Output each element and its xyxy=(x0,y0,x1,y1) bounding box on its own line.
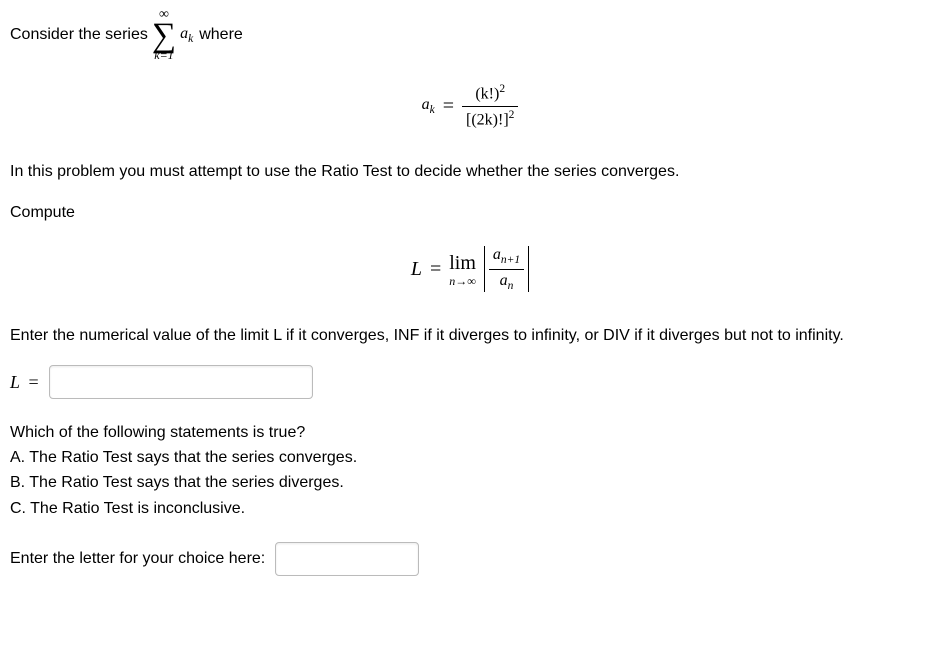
mc-question: Which of the following statements is tru… xyxy=(10,421,930,444)
L-input[interactable] xyxy=(49,365,313,399)
ratio-test-instruction: In this problem you must attempt to use … xyxy=(10,160,930,183)
ratio-denominator: an xyxy=(496,272,518,293)
mc-option-a: A. The Ratio Test says that the series c… xyxy=(10,446,930,469)
choice-input-row: Enter the letter for your choice here: xyxy=(10,542,930,576)
intro-line: Consider the series ∞ ∑ k=1 ak where xyxy=(10,8,930,61)
sigma-lower: k=1 xyxy=(154,49,173,61)
L-label: L = xyxy=(10,369,39,395)
formula-ak: ak = (k!)2 [(2k)!]2 xyxy=(10,83,930,129)
ak-fraction: (k!)2 [(2k)!]2 xyxy=(462,83,518,129)
multiple-choice-block: Which of the following statements is tru… xyxy=(10,421,930,520)
limit-operator: lim n→∞ xyxy=(449,253,476,287)
intro-text-1: Consider the series xyxy=(10,23,148,46)
choice-prompt: Enter the letter for your choice here: xyxy=(10,547,265,570)
ak-numerator: (k!)2 xyxy=(471,83,509,104)
ak-lhs: ak xyxy=(422,93,435,119)
formula-L: L = lim n→∞ an+1 an xyxy=(10,246,930,294)
mc-option-b: B. The Ratio Test says that the series d… xyxy=(10,471,930,494)
L-input-row: L = xyxy=(10,365,930,399)
intro-text-2: where xyxy=(199,23,243,46)
abs-bar-right xyxy=(528,246,529,292)
equals-sign-2: = xyxy=(430,255,441,284)
enter-limit-instruction: Enter the numerical value of the limit L… xyxy=(10,324,930,347)
compute-label: Compute xyxy=(10,201,930,224)
ak-denominator: [(2k)!]2 xyxy=(462,109,518,130)
ratio-numerator: an+1 xyxy=(489,246,524,267)
sigma-symbol: ∑ xyxy=(152,22,176,49)
equals-sign: = xyxy=(443,92,454,121)
L-var: L xyxy=(411,255,422,284)
mc-option-c: C. The Ratio Test is inconclusive. xyxy=(10,497,930,520)
abs-value: an+1 an xyxy=(484,246,529,294)
ratio-fraction: an+1 an xyxy=(489,246,524,294)
abs-bar-left xyxy=(484,246,485,292)
choice-input[interactable] xyxy=(275,542,419,576)
series-term: ak xyxy=(180,22,193,48)
sigma-summation: ∞ ∑ k=1 xyxy=(152,8,176,61)
